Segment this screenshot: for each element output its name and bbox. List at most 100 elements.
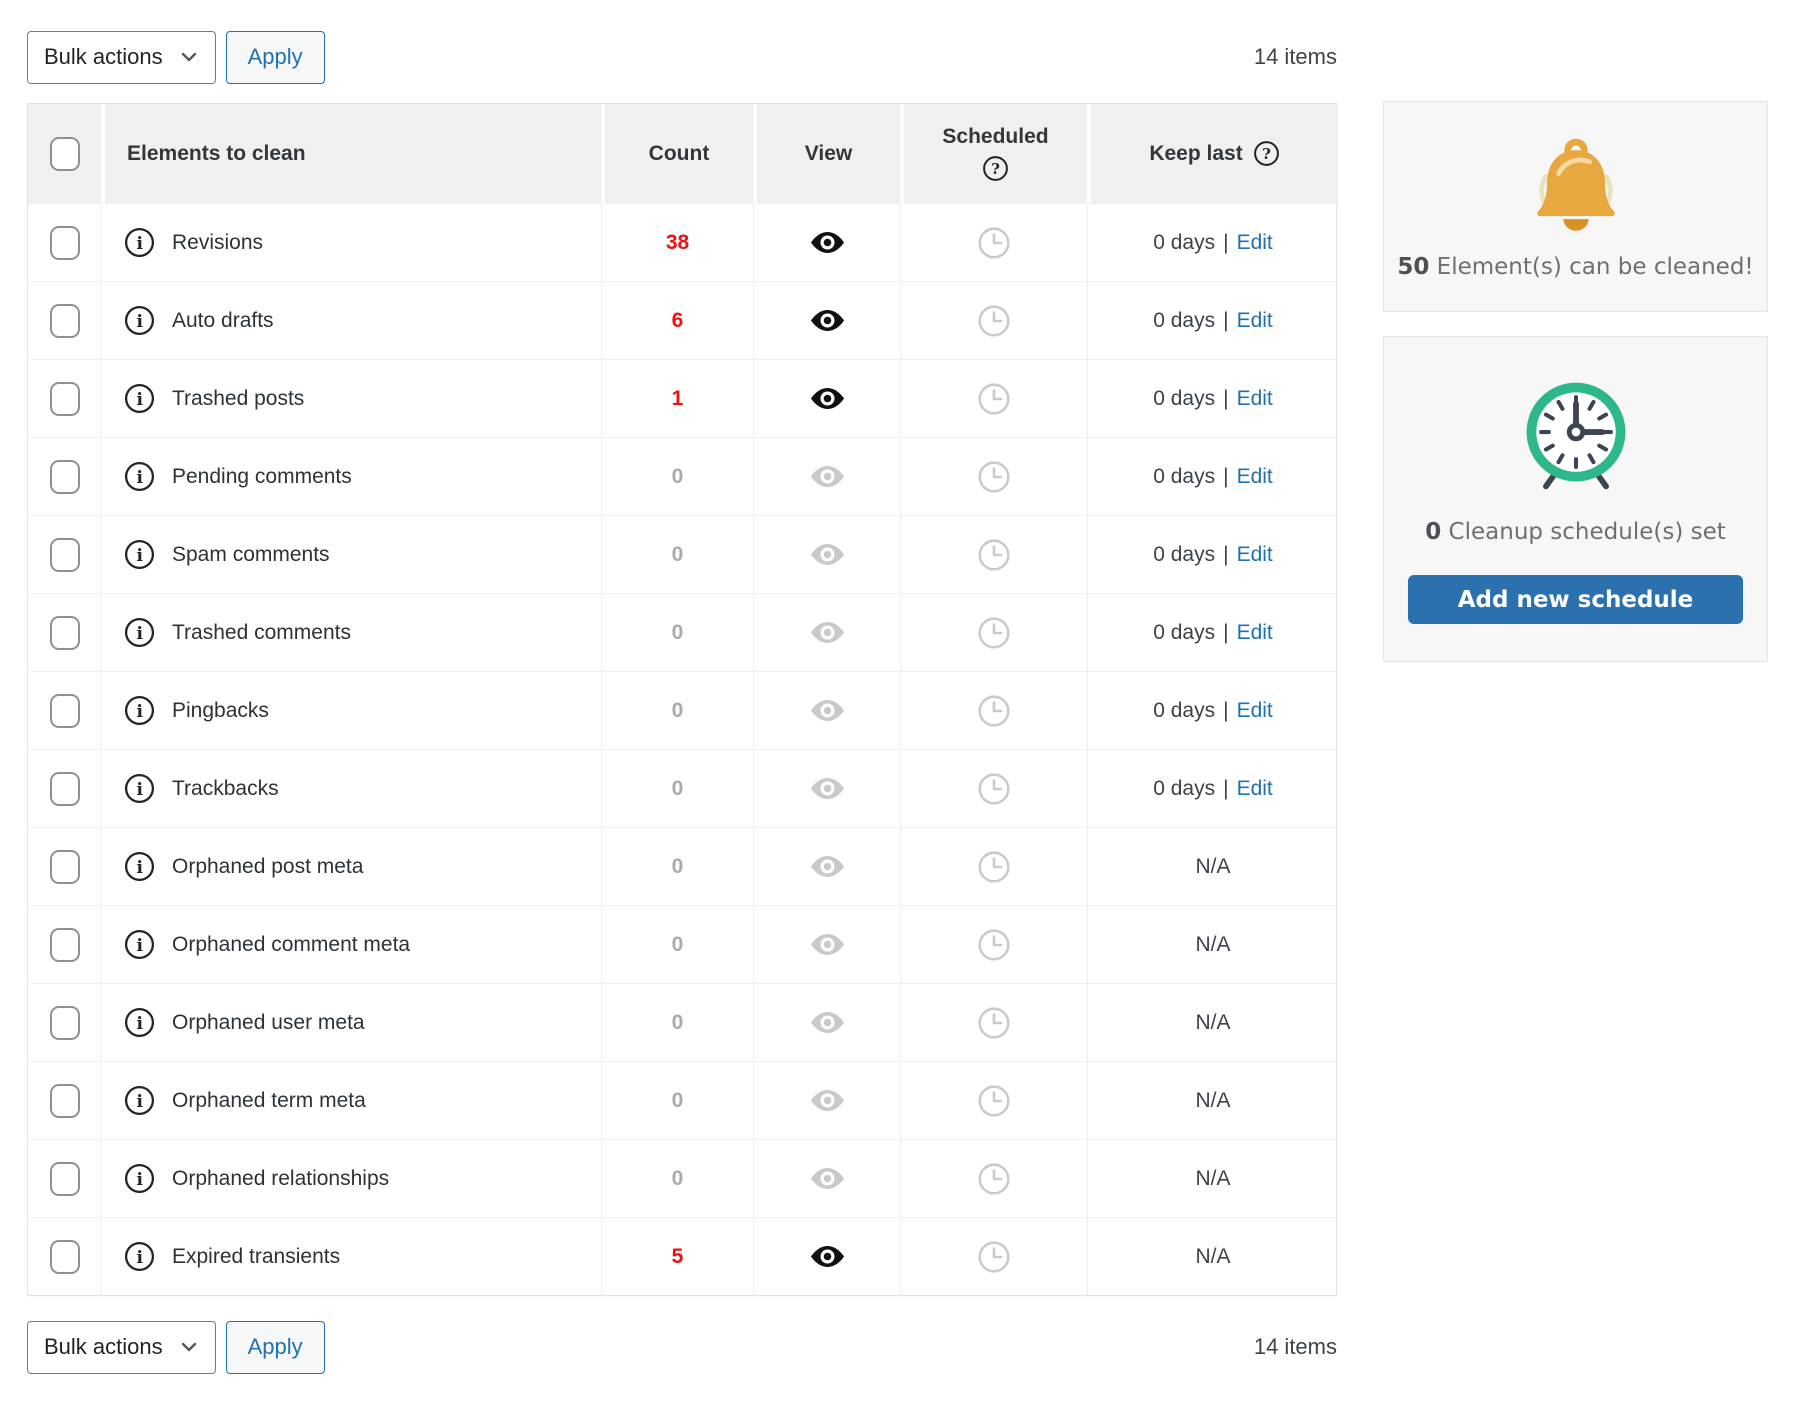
items-count-bottom: 14 items — [1254, 1334, 1337, 1360]
info-icon[interactable]: i — [124, 929, 155, 960]
clock-icon-glyph — [977, 382, 1011, 416]
add-new-schedule-button[interactable]: Add new schedule — [1408, 575, 1743, 624]
view-cell — [753, 282, 900, 359]
info-icon-glyph: i — [124, 383, 155, 414]
keep-last-help-icon[interactable]: ? — [1253, 140, 1280, 167]
eye-icon[interactable] — [809, 308, 846, 333]
separator: | — [1223, 465, 1228, 489]
info-icon-glyph: i — [124, 929, 155, 960]
row-checkbox-cell — [28, 750, 101, 827]
info-icon[interactable]: i — [124, 617, 155, 648]
info-icon[interactable]: i — [124, 1085, 155, 1116]
eye-icon[interactable] — [809, 1010, 846, 1035]
edit-link[interactable]: Edit — [1237, 309, 1273, 333]
svg-text:i: i — [136, 468, 143, 488]
info-icon[interactable]: i — [124, 1163, 155, 1194]
separator: | — [1223, 309, 1228, 333]
edit-link[interactable]: Edit — [1237, 777, 1273, 801]
row-checkbox[interactable] — [50, 616, 80, 650]
sidebar: 50 Element(s) can be cleaned! — [1383, 101, 1768, 662]
eye-icon[interactable] — [809, 1088, 846, 1113]
info-icon[interactable]: i — [124, 305, 155, 336]
eye-icon[interactable] — [809, 386, 846, 411]
row-checkbox[interactable] — [50, 304, 80, 338]
row-checkbox[interactable] — [50, 1162, 80, 1196]
edit-link[interactable]: Edit — [1237, 387, 1273, 411]
apply-button-bottom[interactable]: Apply — [226, 1321, 325, 1374]
row-checkbox[interactable] — [50, 1006, 80, 1040]
info-icon[interactable]: i — [124, 851, 155, 882]
element-label: Orphaned post meta — [172, 855, 363, 879]
eye-icon[interactable] — [809, 932, 846, 957]
table-header: Elements to clean Count View Scheduled ?… — [28, 104, 1336, 203]
separator: | — [1223, 543, 1228, 567]
edit-link[interactable]: Edit — [1237, 465, 1273, 489]
row-checkbox[interactable] — [50, 382, 80, 416]
svg-text:i: i — [136, 1092, 143, 1112]
select-all-checkbox[interactable] — [50, 137, 80, 171]
bulk-actions-select-bottom[interactable]: Bulk actions — [27, 1321, 216, 1374]
row-checkbox[interactable] — [50, 1240, 80, 1274]
info-icon[interactable]: i — [124, 461, 155, 492]
info-icon[interactable]: i — [124, 383, 155, 414]
row-checkbox[interactable] — [50, 928, 80, 962]
eye-icon[interactable] — [809, 1166, 846, 1191]
svg-text:i: i — [136, 390, 143, 410]
edit-link[interactable]: Edit — [1237, 231, 1273, 255]
svg-text:i: i — [136, 312, 143, 332]
clock-icon-glyph — [977, 772, 1011, 806]
edit-link[interactable]: Edit — [1237, 621, 1273, 645]
keep-last-cell: 0 days | Edit — [1087, 204, 1338, 281]
info-icon-glyph: i — [124, 617, 155, 648]
eye-icon[interactable] — [809, 230, 846, 255]
clock-icon — [977, 1162, 1011, 1196]
element-label: Trashed posts — [172, 387, 304, 411]
keep-last-edit-wrap: | Edit — [1223, 699, 1273, 723]
row-checkbox[interactable] — [50, 538, 80, 572]
row-checkbox[interactable] — [50, 772, 80, 806]
eye-icon[interactable] — [809, 854, 846, 879]
info-icon-glyph: i — [124, 1085, 155, 1116]
row-checkbox[interactable] — [50, 1084, 80, 1118]
info-icon[interactable]: i — [124, 695, 155, 726]
apply-button-top[interactable]: Apply — [226, 31, 325, 84]
row-checkbox[interactable] — [50, 226, 80, 260]
bulk-actions-select-top[interactable]: Bulk actions — [27, 31, 216, 84]
edit-link[interactable]: Edit — [1237, 543, 1273, 567]
count-value: 0 — [672, 543, 684, 567]
keep-last-edit-wrap: | Edit — [1223, 387, 1273, 411]
table-row: i Orphaned post meta 0 N/A — [28, 827, 1336, 905]
keep-last-cell: N/A — [1087, 1140, 1338, 1217]
eye-icon[interactable] — [809, 1244, 846, 1269]
row-checkbox[interactable] — [50, 694, 80, 728]
element-label: Pingbacks — [172, 699, 269, 723]
eye-icon-glyph — [809, 698, 846, 723]
info-icon[interactable]: i — [124, 1241, 155, 1272]
keep-last-cell: N/A — [1087, 906, 1338, 983]
scheduled-help-icon[interactable]: ? — [982, 155, 1009, 182]
info-icon[interactable]: i — [124, 1007, 155, 1038]
eye-icon[interactable] — [809, 464, 846, 489]
element-name-cell: i Revisions — [101, 204, 601, 281]
info-icon[interactable]: i — [124, 227, 155, 258]
eye-icon[interactable] — [809, 698, 846, 723]
info-icon-glyph: i — [124, 227, 155, 258]
info-icon[interactable]: i — [124, 539, 155, 570]
header-view: View — [753, 104, 900, 203]
items-count-top: 14 items — [1254, 44, 1337, 70]
clock-icon-glyph — [977, 460, 1011, 494]
eye-icon[interactable] — [809, 776, 846, 801]
count-cell: 0 — [601, 1062, 753, 1139]
eye-icon[interactable] — [809, 620, 846, 645]
element-label: Orphaned relationships — [172, 1167, 389, 1191]
cleanable-label: Element(s) can be cleaned! — [1437, 254, 1754, 280]
eye-icon[interactable] — [809, 542, 846, 567]
edit-link[interactable]: Edit — [1237, 699, 1273, 723]
row-checkbox-cell — [28, 906, 101, 983]
keep-last-cell: 0 days | Edit — [1087, 672, 1338, 749]
row-checkbox[interactable] — [50, 460, 80, 494]
info-icon[interactable]: i — [124, 773, 155, 804]
clock-icon-glyph — [977, 1240, 1011, 1274]
row-checkbox[interactable] — [50, 850, 80, 884]
element-label: Revisions — [172, 231, 263, 255]
